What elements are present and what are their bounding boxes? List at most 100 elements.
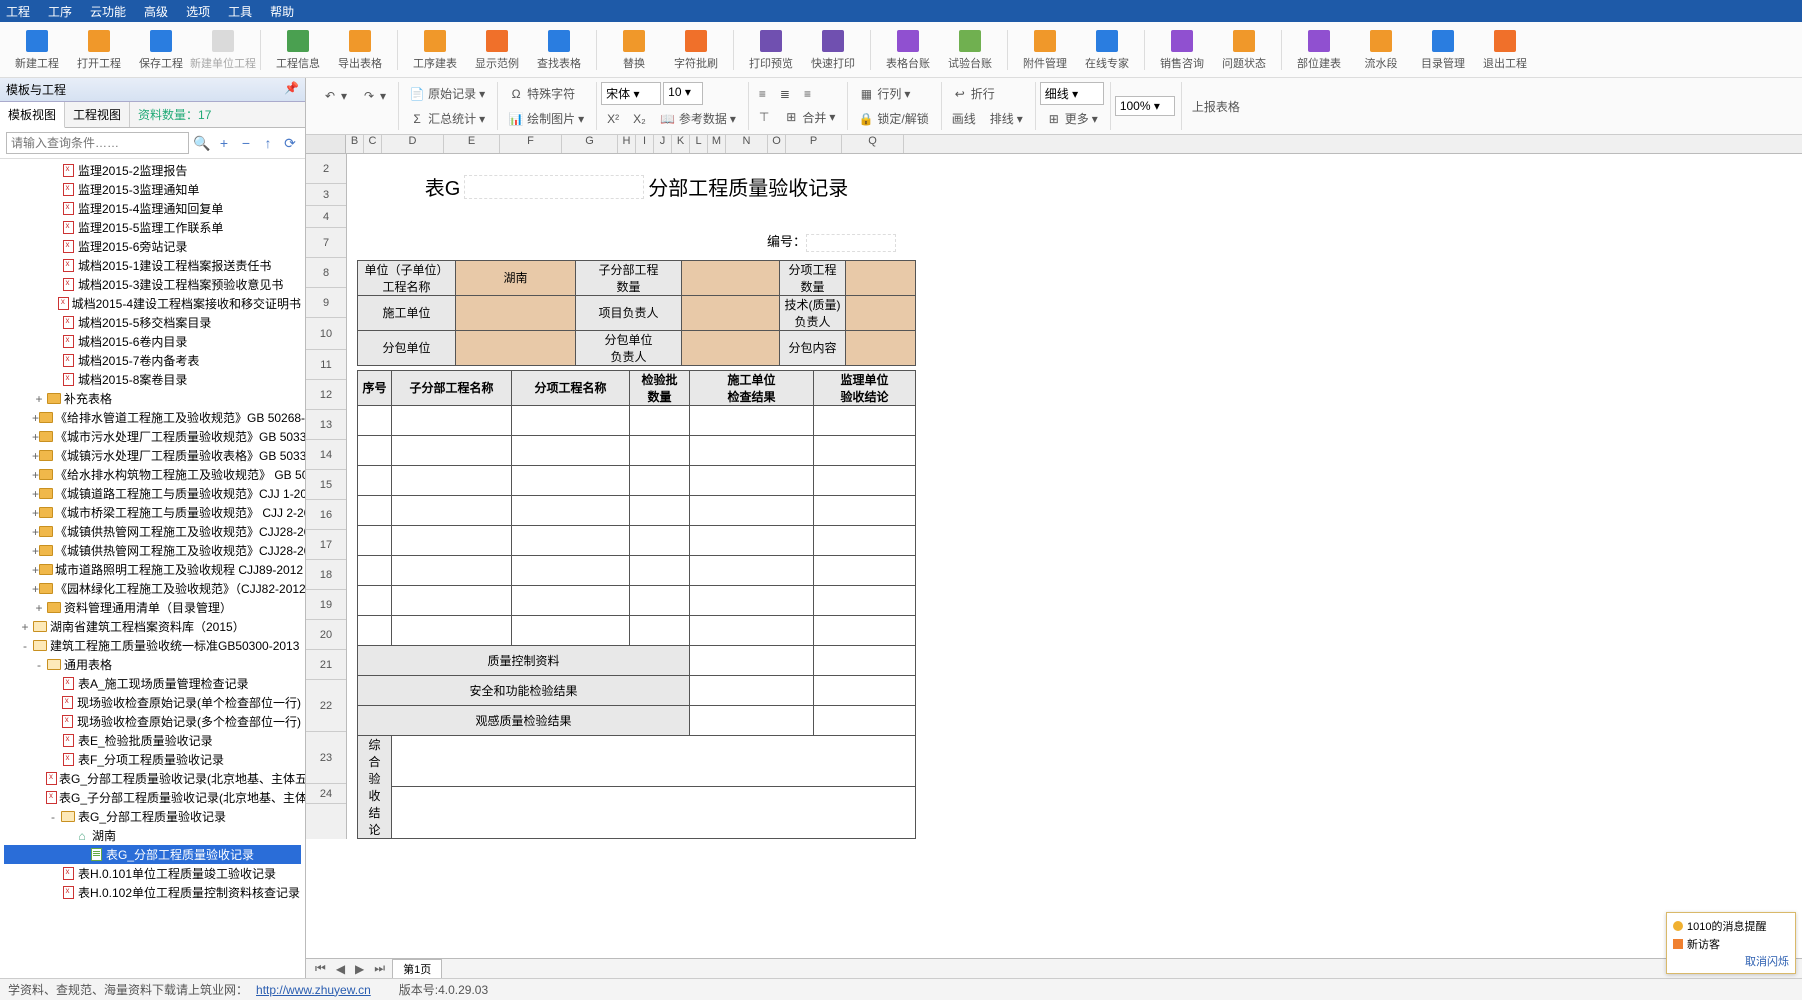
toolbar-查找表格[interactable]: 查找表格 (530, 24, 588, 76)
tree-item[interactable]: 城档2015-4建设工程档案接收和移交证明书 (4, 294, 301, 313)
toolbar-工序建表[interactable]: 工序建表 (406, 24, 464, 76)
tree-item[interactable]: +《城镇道路工程施工与质量验收规范》CJJ 1-2008 (4, 484, 301, 503)
tree-item[interactable]: 表G_分部工程质量验收记录 (4, 845, 301, 864)
line-style-select[interactable]: 细线 ▾ (1040, 82, 1104, 105)
pin-icon[interactable]: 📌 (284, 81, 299, 98)
tree-item[interactable]: 监理2015-5监理工作联系单 (4, 218, 301, 237)
col-header[interactable]: N (726, 135, 768, 153)
refresh-icon[interactable]: ⟳ (281, 134, 299, 152)
align-center-button[interactable]: ≣ (774, 84, 796, 104)
arrange-line-button[interactable]: 排线▾ (984, 107, 1029, 130)
redo-button[interactable]: ↷▾ (355, 85, 392, 107)
toolbar-退出工程[interactable]: 退出工程 (1476, 24, 1534, 76)
tree-item[interactable]: -建筑工程施工质量验收统一标准GB50300-2013 (4, 636, 301, 655)
toolbar-在线专家[interactable]: 在线专家 (1078, 24, 1136, 76)
tree-item[interactable]: 表E_检验批质量验收记录 (4, 731, 301, 750)
last-sheet-button[interactable]: ⏭ (371, 961, 388, 976)
tree-item[interactable]: 城档2015-8案卷目录 (4, 370, 301, 389)
col-header[interactable]: K (672, 135, 690, 153)
up-icon[interactable]: ↑ (259, 134, 277, 152)
menu-帮助[interactable]: 帮助 (270, 3, 294, 20)
col-header[interactable]: Q (842, 135, 904, 153)
zoom-select[interactable]: 100% ▾ (1115, 96, 1175, 116)
row-header[interactable]: 18 (306, 560, 346, 590)
tree-item[interactable]: +《城镇供热管网工程施工及验收规范》CJJ28-2004 (4, 541, 301, 560)
tree-item[interactable]: 城档2015-5移交档案目录 (4, 313, 301, 332)
toolbar-保存工程[interactable]: 保存工程 (132, 24, 190, 76)
search-icon[interactable]: 🔍 (193, 134, 211, 152)
tree-item[interactable]: 城档2015-3建设工程档案预验收意见书 (4, 275, 301, 294)
chart-button[interactable]: 📊绘制图片▾ (502, 107, 590, 130)
tree-item[interactable]: -通用表格 (4, 655, 301, 674)
tree-item[interactable]: +《城市污水处理厂工程质量验收规范》GB 50334-2002 (4, 427, 301, 446)
row-header[interactable]: 10 (306, 318, 346, 350)
row-header[interactable]: 20 (306, 620, 346, 650)
tree-item[interactable]: +《城镇供热管网工程施工及验收规范》CJJ28-2014 (4, 522, 301, 541)
tree-item[interactable]: +城市道路照明工程施工及验收规程 CJJ89-2012 (4, 560, 301, 579)
row-header[interactable]: 19 (306, 590, 346, 620)
wrap-button[interactable]: ↩折行 (946, 82, 1029, 105)
lock-button[interactable]: 🔒锁定/解锁 (852, 107, 934, 130)
col-header[interactable]: D (382, 135, 444, 153)
tree-item[interactable]: 监理2015-4监理通知回复单 (4, 199, 301, 218)
tree-item[interactable]: 表G_分部工程质量验收记录(北京地基、主体五方签字 (4, 769, 301, 788)
subscript-button[interactable]: X₂ (627, 107, 652, 130)
draw-line-button[interactable]: 画线 (946, 107, 982, 130)
row-header[interactable]: 3 (306, 184, 346, 206)
toolbar-附件管理[interactable]: 附件管理 (1016, 24, 1074, 76)
tree-item[interactable]: 监理2015-2监理报告 (4, 161, 301, 180)
align-left-button[interactable]: ≡ (753, 84, 772, 104)
tree-item[interactable]: ⌂湖南 (4, 826, 301, 845)
toolbar-新建工程[interactable]: 新建工程 (8, 24, 66, 76)
tree-item[interactable]: +《给排水管道工程施工及验收规范》GB 50268-2008 (4, 408, 301, 427)
more-button[interactable]: ⊞更多▾ (1040, 107, 1104, 130)
special-char-button[interactable]: Ω特殊字符 (502, 82, 590, 105)
toolbar-显示范例[interactable]: 显示范例 (468, 24, 526, 76)
summary-stats-button[interactable]: Σ汇总统计▾ (403, 107, 491, 130)
toolbar-工程信息[interactable]: 工程信息 (269, 24, 327, 76)
col-header[interactable]: J (654, 135, 672, 153)
original-record-button[interactable]: 📄原始记录▾ (403, 82, 491, 105)
website-link[interactable]: http://www.zhuyew.cn (256, 983, 371, 997)
row-header[interactable]: 4 (306, 206, 346, 228)
row-header[interactable]: 23 (306, 732, 346, 784)
col-header[interactable]: M (708, 135, 726, 153)
tree-item[interactable]: 表F_分项工程质量验收记录 (4, 750, 301, 769)
row-header[interactable]: 24 (306, 784, 346, 804)
toolbar-部位建表[interactable]: 部位建表 (1290, 24, 1348, 76)
ref-data-button[interactable]: 📖参考数据▾ (654, 107, 742, 130)
toolbar-流水段[interactable]: 流水段 (1352, 24, 1410, 76)
toolbar-字符批刷[interactable]: 字符批刷 (667, 24, 725, 76)
row-header[interactable]: 13 (306, 410, 346, 440)
tree-item[interactable]: +资料管理通用清单（目录管理） (4, 598, 301, 617)
merge-button[interactable]: ⊞合并▾ (777, 106, 841, 129)
align-right-button[interactable]: ≡ (798, 84, 817, 104)
toolbar-试验台账[interactable]: 试验台账 (941, 24, 999, 76)
tree-item[interactable]: +《园林绿化工程施工及验收规范》（CJJ82-2012） (4, 579, 301, 598)
col-header[interactable]: L (690, 135, 708, 153)
row-header[interactable]: 2 (306, 154, 346, 184)
row-header[interactable]: 7 (306, 228, 346, 258)
row-header[interactable]: 12 (306, 380, 346, 410)
col-header[interactable]: G (562, 135, 618, 153)
row-header[interactable]: 11 (306, 350, 346, 380)
toolbar-替换[interactable]: 替换 (605, 24, 663, 76)
row-header[interactable]: 14 (306, 440, 346, 470)
tree-item[interactable]: 表G_子分部工程质量验收记录(北京地基、主体五方签 (4, 788, 301, 807)
row-col-button[interactable]: ▦行列▾ (852, 82, 934, 105)
row-header[interactable]: 22 (306, 680, 346, 732)
first-sheet-button[interactable]: ⏮ (312, 961, 329, 976)
font-select[interactable]: 宋体 ▾ (601, 82, 661, 105)
toolbar-问题状态[interactable]: 问题状态 (1215, 24, 1273, 76)
tree-item[interactable]: 现场验收检查原始记录(单个检查部位一行) (4, 693, 301, 712)
menu-高级[interactable]: 高级 (144, 3, 168, 20)
col-header[interactable]: C (364, 135, 382, 153)
tree-item[interactable]: 城档2015-7卷内备考表 (4, 351, 301, 370)
row-header[interactable]: 21 (306, 650, 346, 680)
tree-item[interactable]: 监理2015-6旁站记录 (4, 237, 301, 256)
tree-item[interactable]: 表A_施工现场质量管理检查记录 (4, 674, 301, 693)
toolbar-打开工程[interactable]: 打开工程 (70, 24, 128, 76)
menu-云功能[interactable]: 云功能 (90, 3, 126, 20)
col-header[interactable]: F (500, 135, 562, 153)
row-header[interactable]: 15 (306, 470, 346, 500)
